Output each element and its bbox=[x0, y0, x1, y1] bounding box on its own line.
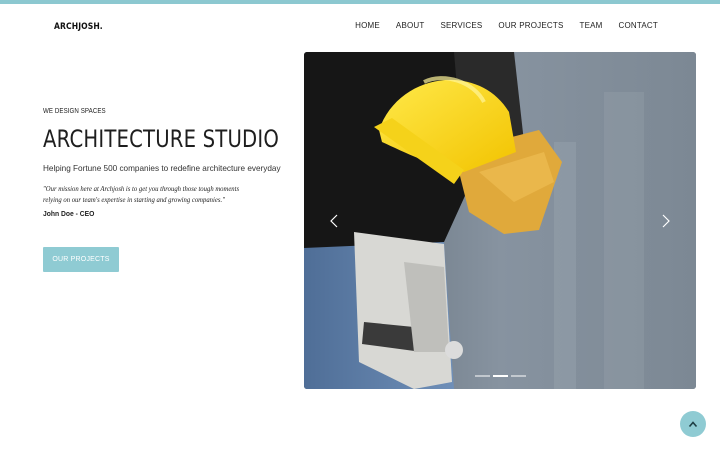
nav-item-home[interactable]: HOME bbox=[355, 21, 380, 30]
chevron-left-icon bbox=[330, 214, 338, 228]
brand-logo[interactable]: ARCHJOSH. bbox=[54, 22, 103, 32]
nav-item-our-projects[interactable]: OUR PROJECTS bbox=[498, 21, 563, 30]
carousel-next-button[interactable] bbox=[654, 207, 678, 235]
our-projects-button[interactable]: OUR PROJECTS bbox=[43, 247, 119, 272]
nav-item-about[interactable]: ABOUT bbox=[396, 21, 425, 30]
slide-image-construction-worker bbox=[304, 52, 696, 389]
nav-item-contact[interactable]: CONTACT bbox=[619, 21, 658, 30]
nav-item-team[interactable]: TEAM bbox=[579, 21, 602, 30]
hero-quote: "Our mission here at Archjosh is to get … bbox=[43, 184, 240, 204]
hero-eyebrow: WE DESIGN SPACES bbox=[43, 106, 106, 115]
carousel-prev-button[interactable] bbox=[322, 207, 346, 235]
carousel-indicator-active[interactable] bbox=[492, 375, 508, 377]
carousel-indicator[interactable] bbox=[510, 375, 526, 377]
nav-item-services[interactable]: SERVICES bbox=[440, 21, 482, 30]
nav-menu: HOME ABOUT SERVICES OUR PROJECTS TEAM CO… bbox=[339, 21, 658, 30]
hero-text: WE DESIGN SPACES ARCHITECTURE STUDIO Hel… bbox=[43, 106, 288, 272]
hero-carousel bbox=[304, 52, 696, 389]
chevron-right-icon bbox=[662, 214, 670, 228]
hero-author: John Doe - CEO bbox=[43, 209, 95, 218]
navbar: ARCHJOSH. HOME ABOUT SERVICES OUR PROJEC… bbox=[0, 4, 720, 48]
hero-subtitle: Helping Fortune 500 companies to redefin… bbox=[43, 164, 281, 173]
chevron-up-icon bbox=[688, 421, 698, 428]
hero-title: ARCHITECTURE STUDIO bbox=[43, 125, 279, 153]
scroll-to-top-button[interactable] bbox=[680, 411, 706, 437]
carousel-indicator[interactable] bbox=[474, 375, 490, 377]
carousel-indicators bbox=[304, 375, 696, 377]
